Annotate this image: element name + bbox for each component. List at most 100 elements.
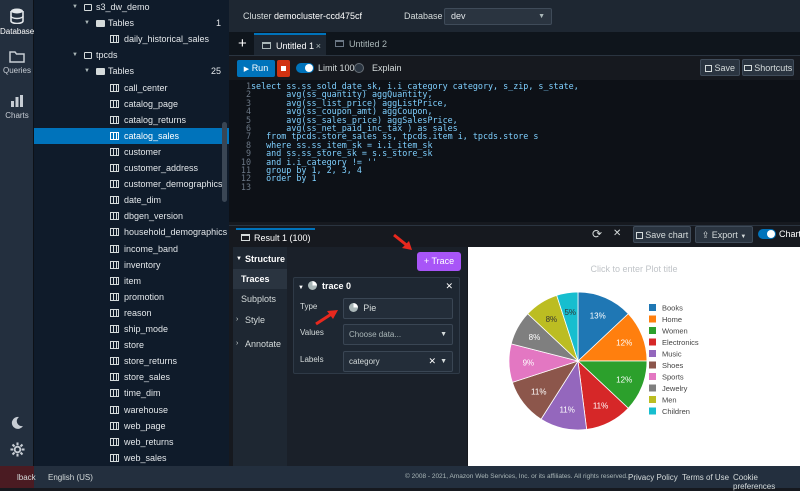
legend-label[interactable]: Books <box>662 304 683 313</box>
legend-label[interactable]: Children <box>662 407 690 416</box>
tree-item-label: tpcds <box>96 50 118 61</box>
nav-queries[interactable]: Queries <box>0 50 34 75</box>
legend-swatch[interactable] <box>649 373 656 380</box>
legend-swatch[interactable] <box>649 350 656 357</box>
table-icon <box>110 389 119 398</box>
tree-item[interactable]: item <box>34 273 229 289</box>
tree-item[interactable]: ▼ Tables 25 <box>34 63 229 79</box>
legend-label[interactable]: Jewelry <box>662 384 688 393</box>
tree-item[interactable]: date_dim <box>34 192 229 208</box>
tree-item-label: date_dim <box>124 195 162 206</box>
legend-swatch[interactable] <box>649 338 656 346</box>
tree-item[interactable]: time_dim <box>34 385 229 401</box>
refresh-icon[interactable]: ⟳ <box>592 227 602 241</box>
close-icon[interactable]: × <box>316 35 321 57</box>
tree-item[interactable]: store <box>34 337 229 353</box>
tree-item-label: household_demographics <box>124 227 228 238</box>
tree-item[interactable]: catalog_returns <box>34 112 229 128</box>
tree-item[interactable]: household_demographics <box>34 224 229 240</box>
type-select[interactable]: Pie <box>343 298 453 319</box>
explain-toggle[interactable] <box>354 63 364 73</box>
tab-untitled-2[interactable]: Untitled 2 <box>327 33 399 55</box>
result-tab[interactable]: Result 1 (100) <box>236 228 315 244</box>
tree-item[interactable]: call_center <box>34 80 229 96</box>
save-button[interactable]: Save <box>700 59 740 76</box>
tree-item[interactable]: promotion <box>34 289 229 305</box>
legend-swatch[interactable] <box>649 396 656 403</box>
legend-swatch[interactable] <box>649 384 656 392</box>
clear-icon[interactable]: ✕ <box>428 352 436 371</box>
settings-button[interactable] <box>0 442 34 460</box>
sql-editor[interactable]: 1 select ss.ss_sold_date_sk, i.i_category… <box>229 80 800 222</box>
run-button[interactable]: ▶ Run <box>237 60 275 77</box>
tree-item[interactable]: web_page <box>34 418 229 434</box>
nav-charts[interactable]: Charts <box>0 94 34 120</box>
language-selector[interactable]: English (US) <box>48 473 93 482</box>
delete-icon[interactable]: ✕ <box>613 228 621 239</box>
tree-item[interactable]: reason <box>34 305 229 321</box>
legend-label[interactable]: Men <box>662 396 677 405</box>
terms-link[interactable]: Terms of Use <box>682 473 729 482</box>
trace-card-header[interactable]: ▼ trace 0 ✕ <box>294 278 459 294</box>
subplots-nav-item[interactable]: Subplots <box>233 294 287 304</box>
tree-item[interactable]: customer_address <box>34 160 229 176</box>
tree-item[interactable]: warehouse <box>34 402 229 418</box>
style-section[interactable]: › Style <box>233 315 287 325</box>
tree-item-label: catalog_sales <box>124 130 180 141</box>
legend-swatch[interactable] <box>649 327 656 334</box>
cookie-link[interactable]: Cookie preferences <box>733 473 800 491</box>
tree-item[interactable]: web_sales <box>34 450 229 466</box>
tree-item[interactable]: ▼ s3_dw_demo <box>34 0 229 15</box>
nav-database[interactable]: Database <box>0 8 34 36</box>
tree-item[interactable]: income_band <box>34 241 229 257</box>
legend-swatch[interactable] <box>649 315 656 323</box>
tree-item[interactable]: catalog_page <box>34 96 229 112</box>
save-chart-button[interactable]: Save chart <box>633 226 691 243</box>
add-trace-button[interactable]: + Trace <box>417 252 461 271</box>
legend-label[interactable]: Home <box>662 315 682 324</box>
legend-swatch[interactable] <box>649 361 656 369</box>
legend-swatch[interactable] <box>649 304 656 311</box>
tree-item[interactable]: catalog_sales <box>34 127 229 144</box>
theme-toggle[interactable] <box>0 416 34 433</box>
tree-item[interactable]: ▼ tpcds <box>34 47 229 63</box>
legend-label[interactable]: Music <box>662 350 682 359</box>
folder-icon <box>9 51 25 63</box>
traces-nav-item[interactable]: Traces <box>233 269 287 289</box>
tree-item[interactable]: store_returns <box>34 353 229 369</box>
legend-label[interactable]: Electronics <box>662 338 699 347</box>
legend-swatch[interactable] <box>649 407 656 415</box>
export-button[interactable]: ⇪ Export ▼ <box>695 226 753 243</box>
annotate-section[interactable]: › Annotate <box>233 339 287 349</box>
values-select[interactable]: Choose data... ▼ <box>343 324 453 345</box>
structure-section[interactable]: ▼ Structure <box>233 254 287 264</box>
editor-scrollbar[interactable] <box>792 80 800 222</box>
tree-item[interactable]: customer <box>34 144 229 160</box>
add-tab-button[interactable]: + <box>238 35 247 52</box>
tree-item[interactable]: ▼ Tables 1 <box>34 15 229 31</box>
labels-select[interactable]: category ✕ ▼ <box>343 351 453 372</box>
shortcuts-button[interactable]: Shortcuts <box>742 59 794 76</box>
legend-label[interactable]: Women <box>662 327 688 336</box>
chart-toggle[interactable] <box>758 229 776 239</box>
tree-item[interactable]: customer_demographics <box>34 176 229 192</box>
tree-item[interactable]: store_sales <box>34 369 229 385</box>
privacy-link[interactable]: Privacy Policy <box>628 473 678 482</box>
stop-button[interactable] <box>277 60 290 77</box>
tree-item[interactable]: web_returns <box>34 434 229 450</box>
tree-item[interactable]: daily_historical_sales <box>34 31 229 47</box>
tree-item[interactable]: ship_mode <box>34 321 229 337</box>
tree-scrollbar[interactable] <box>222 122 227 202</box>
tree-item-label: customer_address <box>124 163 199 173</box>
tree-item[interactable]: dbgen_version <box>34 208 229 224</box>
tree-item[interactable]: inventory <box>34 257 229 273</box>
legend-label[interactable]: Sports <box>662 373 684 382</box>
feedback-link[interactable]: lback <box>17 473 36 482</box>
database-select[interactable]: dev ▼ <box>444 8 552 25</box>
tab-untitled-1[interactable]: Untitled 1 × <box>254 33 326 55</box>
cluster-value[interactable]: democluster-ccd475cf <box>274 11 362 21</box>
close-icon[interactable]: ✕ <box>445 278 453 294</box>
limit-toggle[interactable] <box>296 63 314 73</box>
legend-label[interactable]: Shoes <box>662 361 684 370</box>
chevron-down-icon: ▼ <box>236 256 242 262</box>
